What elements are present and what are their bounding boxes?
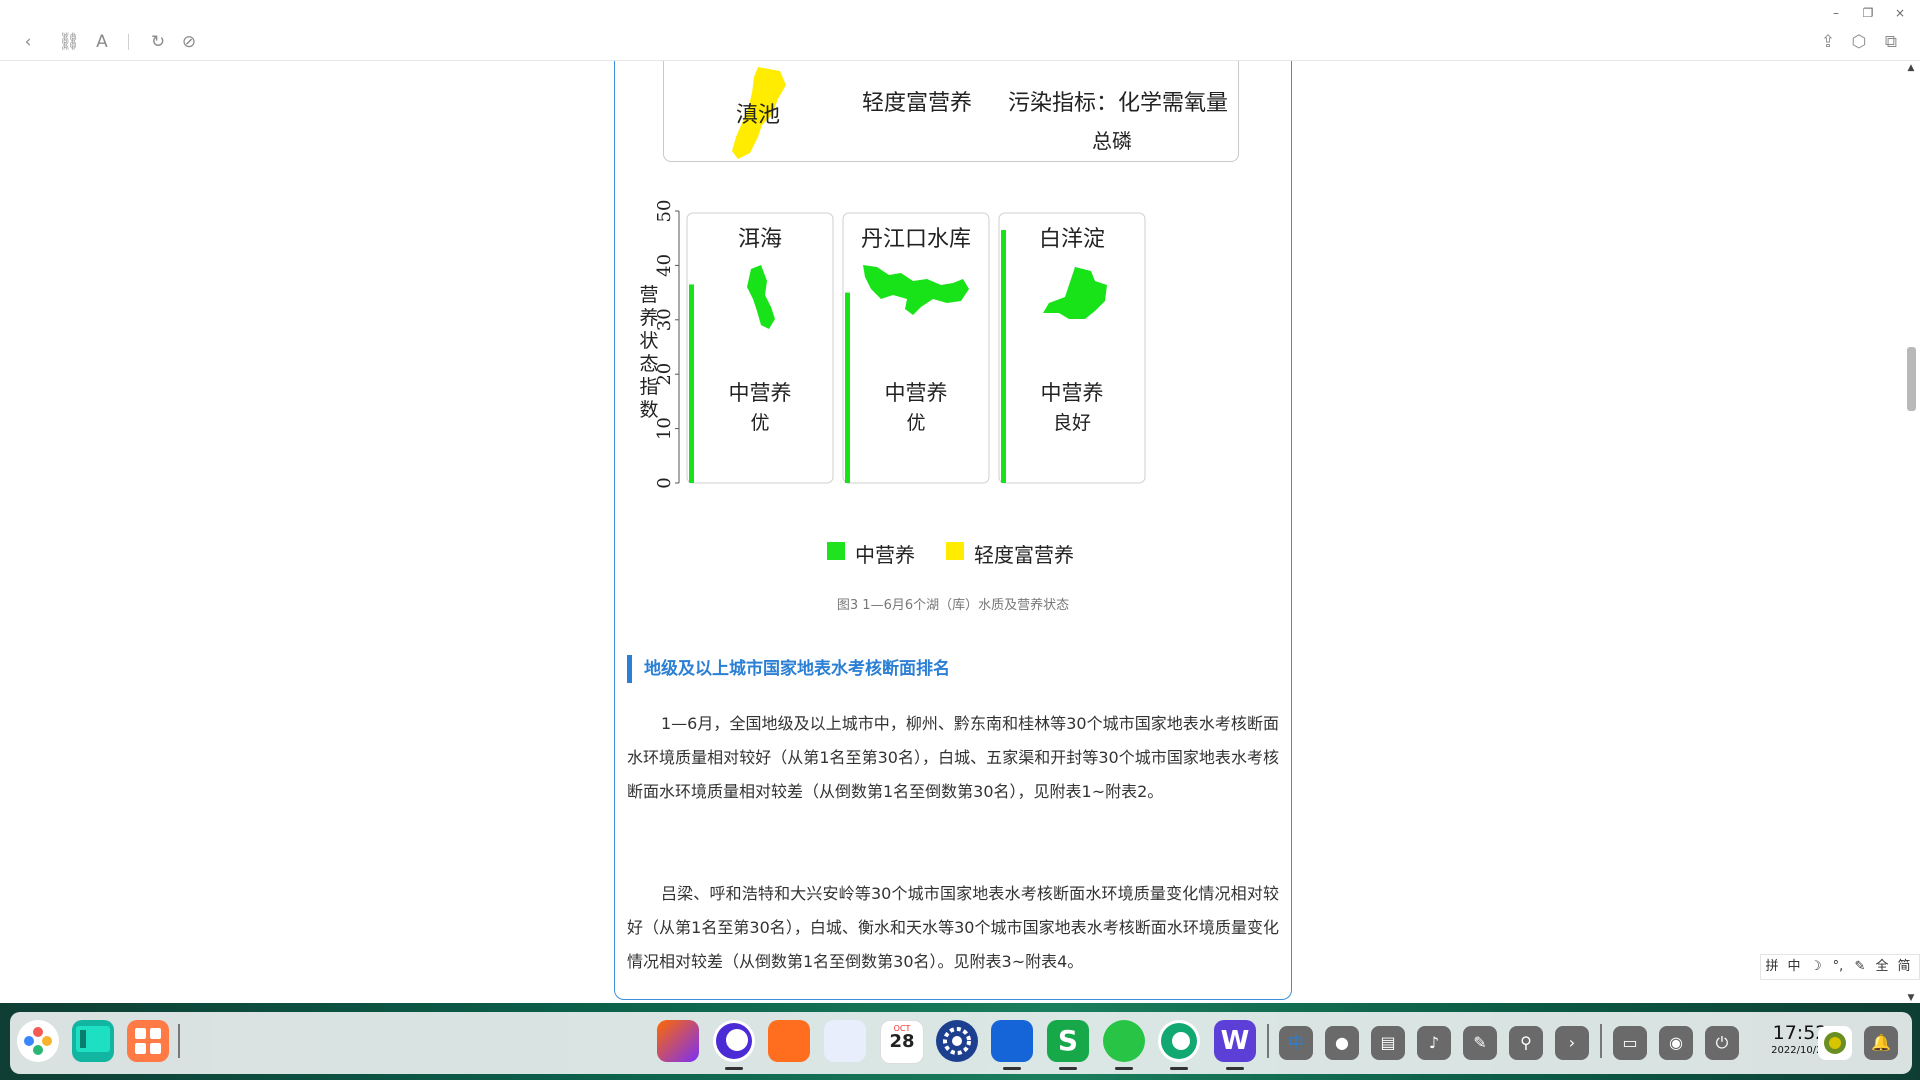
ime-punct[interactable]: °, <box>1827 955 1849 979</box>
lake-panel <box>998 212 1146 484</box>
y-tick-label: 0 <box>654 477 675 488</box>
water-quality-label: 良好 <box>1053 412 1091 434</box>
font-icon[interactable]: A <box>90 30 114 54</box>
paragraph-2: 吕梁、呼和浩特和大兴安岭等30个城市国家地表水考核断面水环境质量变化情况相对较好… <box>627 884 1279 971</box>
volume-icon[interactable]: ♪ <box>1417 1026 1451 1060</box>
notification-bell-icon[interactable]: 🔔 <box>1864 1026 1898 1060</box>
pen-tray-icon[interactable]: ✎ <box>1463 1026 1497 1060</box>
link-icon[interactable]: ⛓ <box>57 30 81 54</box>
wps-running-indicator <box>1059 1067 1077 1070</box>
scroll-up-arrow[interactable]: ▲ <box>1905 63 1917 73</box>
browser-running-indicator <box>725 1067 743 1070</box>
trophic-index-bar <box>1001 230 1006 483</box>
y-tick-label: 40 <box>654 254 675 277</box>
launcher-icon[interactable] <box>17 1020 59 1062</box>
trophic-index-bar <box>689 284 694 483</box>
app-store-icon[interactable] <box>768 1020 810 1062</box>
wechat-running-indicator <box>1115 1067 1133 1070</box>
trophic-state-label: 中营养 <box>1041 381 1104 405</box>
folder-tray-icon[interactable]: ▤ <box>1371 1026 1405 1060</box>
legend-label-light-eutrophic: 轻度富营养 <box>974 543 1074 567</box>
browser-app-icon[interactable] <box>713 1020 755 1062</box>
article-card: 滇池 轻度富营养 污染指标：化学需氧量 总磷 0 10 20 30 40 50 洱海 中营养优… <box>614 61 1292 1000</box>
usb-icon[interactable]: ⚲ <box>1509 1026 1543 1060</box>
ime-toolbar: 拼中 ☽ °, ✎ 全简 <box>1760 954 1920 980</box>
multitask-icon[interactable] <box>127 1020 169 1062</box>
expand-tray-icon[interactable]: › <box>1555 1026 1589 1060</box>
scroll-down-arrow[interactable]: ▼ <box>1905 993 1917 1003</box>
edge-running-indicator <box>1170 1067 1188 1070</box>
trophic-state-label: 中营养 <box>885 381 948 405</box>
avatar[interactable] <box>1818 1026 1852 1060</box>
refresh-icon[interactable]: ↻ <box>146 30 170 54</box>
dock-divider-2 <box>1267 1024 1269 1058</box>
contacts-app-icon[interactable] <box>824 1020 866 1062</box>
lake-name-label: 洱海 <box>738 227 782 252</box>
ime-pen-icon[interactable]: ✎ <box>1849 955 1871 979</box>
figure-caption: 图3 1—6月6个湖（库）水质及营养状态 <box>836 598 1070 613</box>
wechat-app-icon[interactable] <box>1103 1020 1145 1062</box>
close-button[interactable]: × <box>1890 4 1910 22</box>
ime-tray-icon[interactable]: 中 <box>1279 1026 1313 1060</box>
y-tick-label: 50 <box>654 200 675 223</box>
network-icon[interactable]: ◉ <box>1659 1026 1693 1060</box>
water-quality-label: 优 <box>750 412 769 434</box>
page-content: 滇池 轻度富营养 污染指标：化学需氧量 总磷 0 10 20 30 40 50 洱海 中营养优… <box>0 61 1920 1003</box>
minimize-button[interactable]: – <box>1826 4 1846 22</box>
screen-icon[interactable]: ⧉ <box>1879 30 1903 54</box>
wechat-tray-icon[interactable]: ● <box>1325 1026 1359 1060</box>
browser-toolbar: ‹ ⛓ A ↻ ⊘ ⇪ ⬡ ⧉ – ❐ × <box>0 0 1920 61</box>
lake-name-label: 丹江口水库 <box>861 227 971 252</box>
back-icon[interactable]: ‹ <box>16 30 40 54</box>
share-icon[interactable]: ⇪ <box>1816 30 1840 54</box>
settings-app-icon[interactable] <box>936 1020 978 1062</box>
edge-browser-icon[interactable] <box>1158 1020 1200 1062</box>
toolbar-divider <box>128 34 129 50</box>
compass-icon[interactable]: ⊘ <box>177 30 201 54</box>
legend-swatch-light-eutrophic <box>946 542 964 560</box>
trophic-state-label: 中营养 <box>729 381 792 405</box>
file-manager-running-indicator <box>1003 1067 1021 1070</box>
display-icon[interactable]: ▭ <box>1613 1026 1647 1060</box>
water-quality-label: 优 <box>906 412 925 434</box>
scroll-thumb[interactable] <box>1907 347 1916 411</box>
photos-app-icon[interactable] <box>657 1020 699 1062</box>
vertical-scrollbar[interactable]: ▲ ▼ <box>1902 61 1920 1003</box>
y-axis-title: 营养状态指数 <box>639 284 659 421</box>
file-manager-icon[interactable] <box>991 1020 1033 1062</box>
workspace-icon[interactable] <box>72 1020 114 1062</box>
legend-swatch-mesotrophic <box>827 542 845 560</box>
ime-simplified[interactable]: 简 <box>1893 955 1915 979</box>
lake-panel <box>842 212 990 484</box>
lake-name-label: 白洋淀 <box>1039 227 1105 252</box>
writer-running-indicator <box>1226 1067 1244 1070</box>
ime-moon-icon[interactable]: ☽ <box>1805 955 1827 979</box>
package-icon[interactable]: ⬡ <box>1847 30 1871 54</box>
section-title: 地级及以上城市国家地表水考核断面排名 <box>627 655 950 683</box>
wps-sheets-icon[interactable]: S <box>1047 1020 1089 1062</box>
restore-button[interactable]: ❐ <box>1858 4 1878 22</box>
calendar-app-icon[interactable]: OCT 28 <box>880 1020 924 1064</box>
writer-app-icon[interactable]: W <box>1214 1020 1256 1062</box>
legend-label-mesotrophic: 中营养 <box>855 543 915 567</box>
dock-divider-3 <box>1600 1024 1602 1058</box>
trophic-chart: 01020304050洱海中营养优丹江口水库中营养优白洋淀中营养良好 <box>654 200 1146 489</box>
ime-pinyin[interactable]: 拼 <box>1761 955 1783 979</box>
calendar-day: 28 <box>889 1031 915 1052</box>
ime-fullwidth[interactable]: 全 <box>1871 955 1893 979</box>
trophic-index-bar <box>845 292 850 483</box>
paragraph-1: 1—6月，全国地级及以上城市中，柳州、黔东南和桂林等30个城市国家地表水考核断面… <box>627 714 1279 801</box>
power-icon[interactable]: ⏻ <box>1705 1026 1739 1060</box>
ime-chinese[interactable]: 中 <box>1783 955 1805 979</box>
dock-divider <box>178 1024 180 1058</box>
lake-panel <box>686 212 834 484</box>
